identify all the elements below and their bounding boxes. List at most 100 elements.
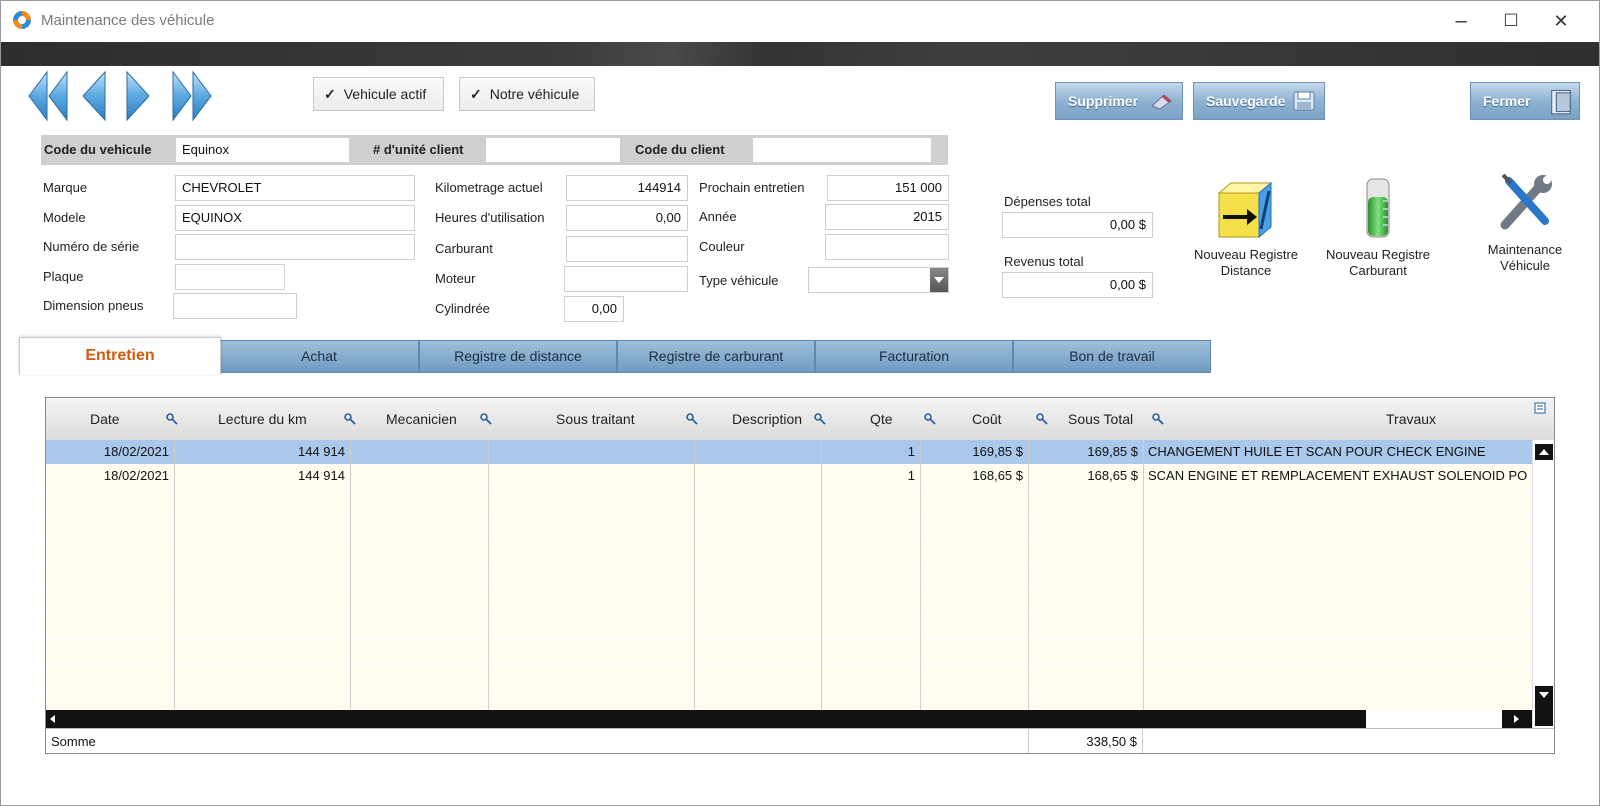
cell-travaux: CHANGEMENT HUILE ET SCAN POUR CHECK ENGI… [1148,444,1486,459]
tab-entretien[interactable]: Entretien [19,337,221,375]
scroll-down-button[interactable] [1535,686,1553,726]
type-vehicule-dropdown[interactable] [808,267,949,293]
save-button[interactable]: Sauvegarde [1193,82,1325,120]
previous-record-button[interactable] [79,69,109,123]
dimension-pneus-label: Dimension pneus [43,298,144,313]
code-client-field[interactable] [752,137,932,163]
horizontal-scrollbar[interactable] [46,710,1532,728]
search-key-icon[interactable] [344,413,356,425]
last-record-button[interactable] [169,69,213,123]
column-chooser-icon[interactable] [1534,402,1546,414]
column-header-travaux[interactable]: Travaux [1386,398,1436,440]
heures-field[interactable]: 0,00 [566,205,688,231]
prochain-entretien-field[interactable]: 151 000 [827,175,949,201]
chevron-down-icon [1539,692,1549,698]
vertical-scrollbar[interactable] [1532,440,1554,728]
fuel-gauge-icon [1366,178,1390,238]
carburant-label: Carburant [435,241,493,256]
plaque-field[interactable] [175,264,285,290]
search-key-icon[interactable] [814,413,826,425]
tab-registre-carburant[interactable]: Registre de carburant [617,340,815,373]
search-key-icon[interactable] [1152,413,1164,425]
search-key-icon[interactable] [166,413,178,425]
cell-qte: 1 [907,444,915,459]
tab-facturation[interactable]: Facturation [815,340,1013,373]
title-bar: Maintenance des véhicule – ☐ ✕ [1,1,1599,41]
tab-achat[interactable]: Achat [219,340,419,373]
notre-vehicule-checkbox[interactable]: ✓ Notre véhicule [459,77,595,111]
carburant-field[interactable] [566,236,688,262]
table-row[interactable]: 18/02/2021 144 914 1 168,65 $ 168,65 $ S… [46,464,1532,488]
modele-field[interactable]: EQUINOX [175,205,415,231]
kilometrage-label: Kilometrage actuel [435,180,543,195]
maximize-button[interactable]: ☐ [1491,7,1531,35]
search-key-icon[interactable] [924,413,936,425]
notre-vehicule-label: Notre véhicule [489,86,580,102]
column-header-qte[interactable]: Qte [870,398,893,440]
window-title: Maintenance des véhicule [41,12,215,29]
cell-date: 18/02/2021 [103,444,169,459]
column-header-cout[interactable]: Coût [972,398,1002,440]
nouveau-registre-carburant-button[interactable] [1363,177,1393,239]
code-client-label: Code du client [635,142,725,157]
cell-km: 144 914 [298,468,345,483]
double-left-arrow-icon [28,70,68,122]
caption-line: Véhicule [1500,258,1550,273]
column-header-mecanicien[interactable]: Mecanicien [386,398,457,440]
tab-bon-de-travail[interactable]: Bon de travail [1013,340,1211,373]
search-key-icon[interactable] [480,413,492,425]
delete-button[interactable]: Supprimer [1055,82,1183,120]
first-record-button[interactable] [27,69,71,123]
minimize-button[interactable]: – [1441,7,1481,35]
depenses-total-field: 0,00 $ [1002,212,1153,238]
chevron-left-icon[interactable] [50,715,55,723]
type-vehicule-label: Type véhicule [699,273,779,288]
scroll-right-button[interactable] [1502,710,1532,728]
revenus-total-field: 0,00 $ [1002,272,1153,298]
grid-divider [821,440,822,710]
nouveau-registre-distance-button[interactable] [1209,179,1281,241]
code-vehicule-field[interactable]: Equinox [175,137,350,163]
maintenance-vehicule-button[interactable] [1495,171,1559,235]
caption-line: Maintenance [1487,242,1563,257]
cell-sous-total: 168,65 $ [1087,468,1138,483]
tab-registre-distance[interactable]: Registre de distance [419,340,617,373]
unite-client-field[interactable] [485,137,621,163]
heures-label: Heures d'utilisation [435,210,545,225]
prochain-entretien-label: Prochain entretien [699,180,805,195]
chevron-right-icon [1514,715,1519,723]
couleur-field[interactable] [825,234,949,260]
next-record-button[interactable] [123,69,153,123]
column-header-lecture-km[interactable]: Lecture du km [218,398,307,440]
cylindree-field[interactable]: 0,00 [564,296,624,322]
column-header-sous-total[interactable]: Sous Total [1068,398,1133,440]
sum-row: Somme 338,50 $ [46,728,1554,753]
numero-serie-field[interactable] [175,234,415,260]
close-button[interactable]: Fermer [1470,82,1580,120]
annee-field[interactable]: 2015 [825,204,949,230]
numero-serie-label: Numéro de série [43,239,140,254]
chevron-down-icon[interactable] [930,268,948,292]
grid-divider [1143,440,1144,710]
cell-km: 144 914 [298,444,345,459]
moteur-field[interactable] [564,266,688,292]
caption-line: Distance [1220,263,1272,278]
dimension-pneus-field[interactable] [173,293,297,319]
kilometrage-field[interactable]: 144914 [566,175,688,201]
column-header-date[interactable]: Date [90,398,120,440]
cell-date: 18/02/2021 [103,468,169,483]
cell-cout: 168,65 $ [972,468,1023,483]
delete-button-label: Supprimer [1068,93,1139,109]
close-window-button[interactable]: ✕ [1541,7,1581,35]
caption-line: Nouveau Registre [1193,247,1299,262]
column-header-description[interactable]: Description [732,398,802,440]
scroll-up-button[interactable] [1535,444,1553,460]
code-vehicule-label: Code du vehicule [44,142,152,157]
marque-field[interactable]: CHEVROLET [175,175,415,201]
search-key-icon[interactable] [1036,413,1048,425]
column-header-sous-traitant[interactable]: Sous traitant [556,398,635,440]
table-row[interactable]: 18/02/2021 144 914 1 169,85 $ 169,85 $ C… [46,440,1532,464]
vehicule-actif-label: Vehicule actif [343,86,427,102]
search-key-icon[interactable] [686,413,698,425]
vehicule-actif-checkbox[interactable]: ✓ Vehicule actif [313,77,444,111]
